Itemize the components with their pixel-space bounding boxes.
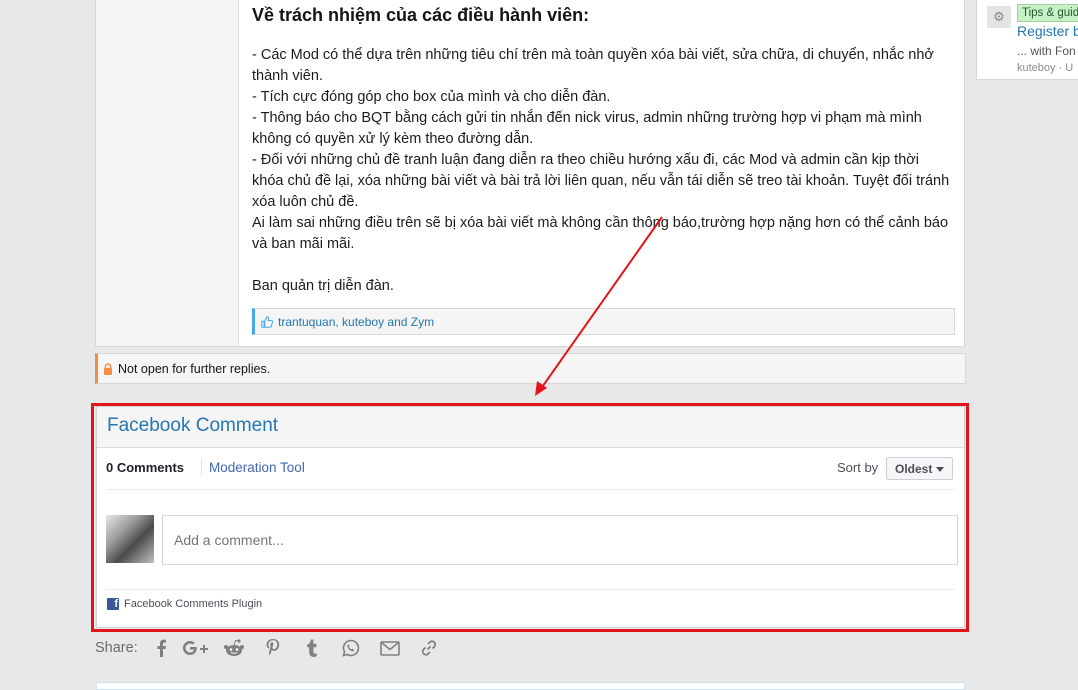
facebook-icon[interactable] [148,636,176,660]
lock-icon [104,362,112,375]
comment-input[interactable] [162,515,958,565]
post-blank-line [252,255,952,276]
share-label: Share: [95,640,138,656]
post-user-column [96,0,239,346]
google-plus-icon[interactable] [181,636,209,660]
likes-names[interactable]: trantuquan, kuteboy and Zym [278,315,434,329]
sort-label: Sort by [837,460,879,475]
plugin-label[interactable]: Facebook Comments Plugin [124,598,262,610]
comment-count: 0 Comments [106,460,185,475]
post-text: - Các Mod có thể dựa trên những tiêu chí… [252,45,952,297]
likes-summary[interactable]: trantuquan, kuteboy and Zym [252,308,955,335]
thread-prefix-tag[interactable]: Tips & guides [1017,4,1078,22]
facebook-plugin-link[interactable]: f Facebook Comments Plugin [107,598,262,610]
share-bar: Share: [95,636,454,660]
email-icon[interactable] [376,636,404,660]
next-section-edge [96,682,965,690]
thumbs-up-icon [261,315,273,328]
forum-post: Về trách nhiệm của các điều hành viên: -… [95,0,965,347]
post-paragraph: - Tích cực đóng góp cho box của mình và … [252,89,611,105]
sort-dropdown[interactable]: Oldest [886,457,953,480]
thread-closed-notice: Not open for further replies. [95,353,966,384]
link-icon[interactable] [415,636,443,660]
sidebar-thread-meta: kuteboy · U [1017,62,1074,74]
post-paragraph: - Các Mod có thể dựa trên những tiêu chí… [252,47,934,84]
avatar [106,515,154,563]
sort-value: Oldest [895,461,933,476]
divider [201,459,202,475]
notice-text: Not open for further replies. [118,361,271,376]
tumblr-icon[interactable] [298,636,326,660]
sidebar-thread-link[interactable]: Register b [1017,23,1078,39]
reddit-icon[interactable] [220,636,248,660]
gear-icon: ⚙ [987,6,1011,28]
whatsapp-icon[interactable] [337,636,365,660]
pinterest-icon[interactable] [259,636,287,660]
sidebar-thread-card: ⚙ Tips & guides Register b ... with Fon … [976,0,1078,80]
divider [106,489,955,490]
post-heading: Về trách nhiệm của các điều hành viên: [252,5,590,25]
divider [106,589,955,590]
post-paragraph: - Thông báo cho BQT bằng cách gửi tin nh… [252,110,922,147]
post-paragraph: - Đối với những chủ đề tranh luận đang d… [252,152,950,210]
facebook-comment-title: Facebook Comment [107,415,279,436]
sidebar-thread-snippet: ... with Fon [1017,44,1076,58]
moderation-tool-link[interactable]: Moderation Tool [209,460,305,475]
facebook-logo-icon: f [107,598,119,610]
chevron-down-icon [936,466,945,472]
post-signature: Ban quản trị diễn đàn. [252,278,394,294]
post-paragraph: Ai làm sai những điều trên sẽ bị xóa bài… [252,215,949,252]
facebook-comment-block: Facebook Comment 0 Comments Moderation T… [96,406,965,628]
facebook-comment-header: Facebook Comment [97,407,964,448]
